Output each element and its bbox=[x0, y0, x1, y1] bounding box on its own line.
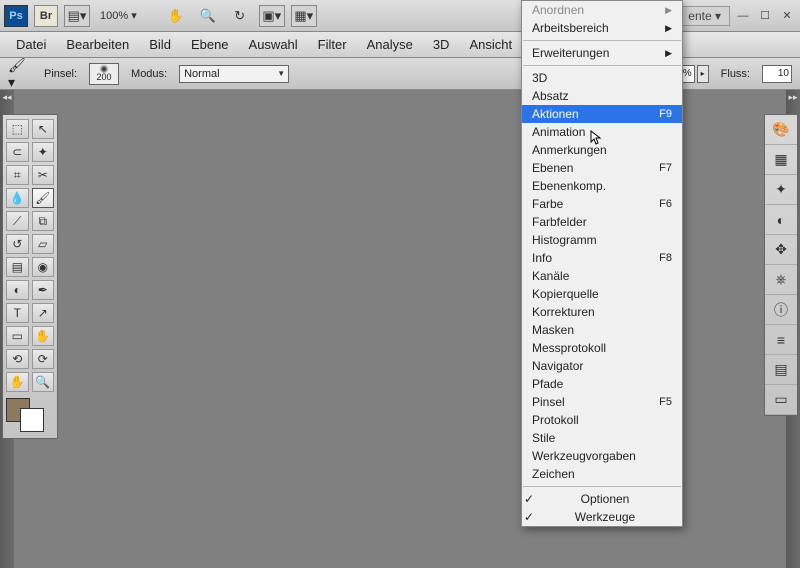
tool-blur[interactable]: ◉ bbox=[32, 257, 55, 277]
tool-zoom[interactable]: 🔍 bbox=[32, 372, 55, 392]
menu-ebene[interactable]: Ebene bbox=[181, 34, 239, 55]
menu-datei[interactable]: Datei bbox=[6, 34, 56, 55]
menuitem-anordnen: Anordnen▶ bbox=[522, 1, 682, 19]
menu-3d[interactable]: 3D bbox=[423, 34, 460, 55]
menuitem-kan-le[interactable]: Kanäle bbox=[522, 267, 682, 285]
panel-icon-channels[interactable]: ▤ bbox=[765, 355, 797, 385]
menuitem-werkzeugvorgaben[interactable]: Werkzeugvorgaben bbox=[522, 447, 682, 465]
tool-marquee[interactable]: ↖ bbox=[32, 119, 55, 139]
tool-dodge[interactable]: ◐ bbox=[6, 280, 29, 300]
menuitem-aktionen[interactable]: AktionenF9 bbox=[522, 105, 682, 123]
tool-preset-icon[interactable]: 🖌▾ bbox=[8, 64, 32, 84]
menuitem-protokoll[interactable]: Protokoll bbox=[522, 411, 682, 429]
menuitem-ebenenkomp-[interactable]: Ebenenkomp. bbox=[522, 177, 682, 195]
panel-icon-hist[interactable]: ⎈ bbox=[765, 265, 797, 295]
zoom-icon[interactable]: 🔍 bbox=[195, 5, 221, 27]
menuitem-farbe[interactable]: FarbeF6 bbox=[522, 195, 682, 213]
menuitem-pinsel[interactable]: PinselF5 bbox=[522, 393, 682, 411]
tool-pen[interactable]: ✒ bbox=[32, 280, 55, 300]
menuitem-histogramm[interactable]: Histogramm bbox=[522, 231, 682, 249]
menuitem-masken[interactable]: Masken bbox=[522, 321, 682, 339]
menuitem-stile[interactable]: Stile bbox=[522, 429, 682, 447]
menuitem-navigator[interactable]: Navigator bbox=[522, 357, 682, 375]
arrange-icon[interactable]: ▦▾ bbox=[291, 5, 317, 27]
menu-analyse[interactable]: Analyse bbox=[357, 34, 423, 55]
tool-stamp[interactable]: ⧉ bbox=[32, 211, 55, 231]
brush-label: Pinsel: bbox=[44, 68, 77, 80]
right-panel-icons: 🎨▦✦◐✥⎈ⓘ≡▤▭ bbox=[764, 114, 798, 416]
menu-separator bbox=[523, 65, 681, 66]
panel-icon-paths[interactable]: ▭ bbox=[765, 385, 797, 415]
tool-eraser[interactable]: ▱ bbox=[32, 234, 55, 254]
color-swatches[interactable] bbox=[6, 398, 50, 434]
tool-slice[interactable]: ✂ bbox=[32, 165, 55, 185]
flow-field[interactable]: 10 bbox=[762, 65, 792, 83]
panel-icon-palette[interactable]: 🎨 bbox=[765, 115, 797, 145]
bridge-logo-icon[interactable]: Br bbox=[34, 5, 58, 27]
panel-icon-styles[interactable]: ✦ bbox=[765, 175, 797, 205]
photoshop-logo-icon[interactable]: Ps bbox=[4, 5, 28, 27]
tool-path[interactable]: ↗ bbox=[32, 303, 55, 323]
zoom-level[interactable]: 100% ▾ bbox=[96, 9, 141, 22]
menu-bearbeiten[interactable]: Bearbeiten bbox=[56, 34, 139, 55]
workspace-switcher[interactable]: ente ▾ bbox=[679, 6, 730, 26]
menu-ansicht[interactable]: Ansicht bbox=[459, 34, 522, 55]
opacity-arrow-icon[interactable]: ▸ bbox=[697, 65, 709, 83]
toolbox: ⬚↖⊂✦⌗✂💧🖌⟋⧉↺▱▤◉◐✒T↗▭✋⟲⟳✋🔍 bbox=[2, 114, 58, 439]
menu-filter[interactable]: Filter bbox=[308, 34, 357, 55]
minimize-icon[interactable]: — bbox=[734, 8, 752, 24]
menuitem-zeichen[interactable]: Zeichen bbox=[522, 465, 682, 483]
menuitem-anmerkungen[interactable]: Anmerkungen bbox=[522, 141, 682, 159]
tool-type[interactable]: T bbox=[6, 303, 29, 323]
panel-icon-swatches[interactable]: ▦ bbox=[765, 145, 797, 175]
menuitem-ebenen[interactable]: EbenenF7 bbox=[522, 159, 682, 177]
menuitem-info[interactable]: InfoF8 bbox=[522, 249, 682, 267]
menuitem-optionen[interactable]: ✓Optionen bbox=[522, 490, 682, 508]
film-strip-icon[interactable]: ▤▾ bbox=[64, 5, 90, 27]
tool-gradient[interactable]: ▤ bbox=[6, 257, 29, 277]
menu-separator bbox=[523, 40, 681, 41]
panel-icon-info[interactable]: ⓘ bbox=[765, 295, 797, 325]
menu-bild[interactable]: Bild bbox=[139, 34, 181, 55]
tool-lasso[interactable]: ⊂ bbox=[6, 142, 29, 162]
tool-heal[interactable]: 🖌 bbox=[32, 188, 55, 208]
tool-hand2[interactable]: ✋ bbox=[6, 372, 29, 392]
tool-rotate3d[interactable]: ⟳ bbox=[32, 349, 55, 369]
menuitem-werkzeuge[interactable]: ✓Werkzeuge bbox=[522, 508, 682, 526]
panel-icon-nav[interactable]: ✥ bbox=[765, 235, 797, 265]
mode-select[interactable]: Normal bbox=[179, 65, 289, 83]
menuitem-arbeitsbereich[interactable]: Arbeitsbereich▶ bbox=[522, 19, 682, 37]
rotate-icon[interactable]: ↻ bbox=[227, 5, 253, 27]
tool-crop[interactable]: ⌗ bbox=[6, 165, 29, 185]
menuitem-absatz[interactable]: Absatz bbox=[522, 87, 682, 105]
maximize-icon[interactable]: ☐ bbox=[756, 8, 774, 24]
brush-preview[interactable]: 200 bbox=[89, 63, 119, 85]
fenster-dropdown-menu: Anordnen▶Arbeitsbereich▶ Erweiterungen▶ 3D… bbox=[521, 0, 683, 527]
menuitem-kopierquelle[interactable]: Kopierquelle bbox=[522, 285, 682, 303]
menuitem-erweiterungen[interactable]: Erweiterungen▶ bbox=[522, 44, 682, 62]
tool-zoom2[interactable]: ⟲ bbox=[6, 349, 29, 369]
menuitem-3d[interactable]: 3D bbox=[522, 69, 682, 87]
hand-icon[interactable]: ✋ bbox=[163, 5, 189, 27]
menuitem-pfade[interactable]: Pfade bbox=[522, 375, 682, 393]
flow-label: Fluss: bbox=[721, 68, 750, 80]
screen-mode-icon[interactable]: ▣▾ bbox=[259, 5, 285, 27]
tool-wand[interactable]: ✦ bbox=[32, 142, 55, 162]
menuitem-korrekturen[interactable]: Korrekturen bbox=[522, 303, 682, 321]
tool-history[interactable]: ↺ bbox=[6, 234, 29, 254]
tool-eyedrop[interactable]: 💧 bbox=[6, 188, 29, 208]
menu-separator bbox=[523, 486, 681, 487]
menuitem-farbfelder[interactable]: Farbfelder bbox=[522, 213, 682, 231]
menu-auswahl[interactable]: Auswahl bbox=[239, 34, 308, 55]
close-icon[interactable]: ✕ bbox=[778, 8, 796, 24]
tool-hand[interactable]: ✋ bbox=[32, 326, 55, 346]
mode-label: Modus: bbox=[131, 68, 167, 80]
tool-rect[interactable]: ▭ bbox=[6, 326, 29, 346]
tool-brush[interactable]: ⟋ bbox=[6, 211, 29, 231]
menuitem-messprotokoll[interactable]: Messprotokoll bbox=[522, 339, 682, 357]
tool-move[interactable]: ⬚ bbox=[6, 119, 29, 139]
menuitem-animation[interactable]: Animation bbox=[522, 123, 682, 141]
panel-icon-layers[interactable]: ≡ bbox=[765, 325, 797, 355]
panel-icon-adjust[interactable]: ◐ bbox=[765, 205, 797, 235]
